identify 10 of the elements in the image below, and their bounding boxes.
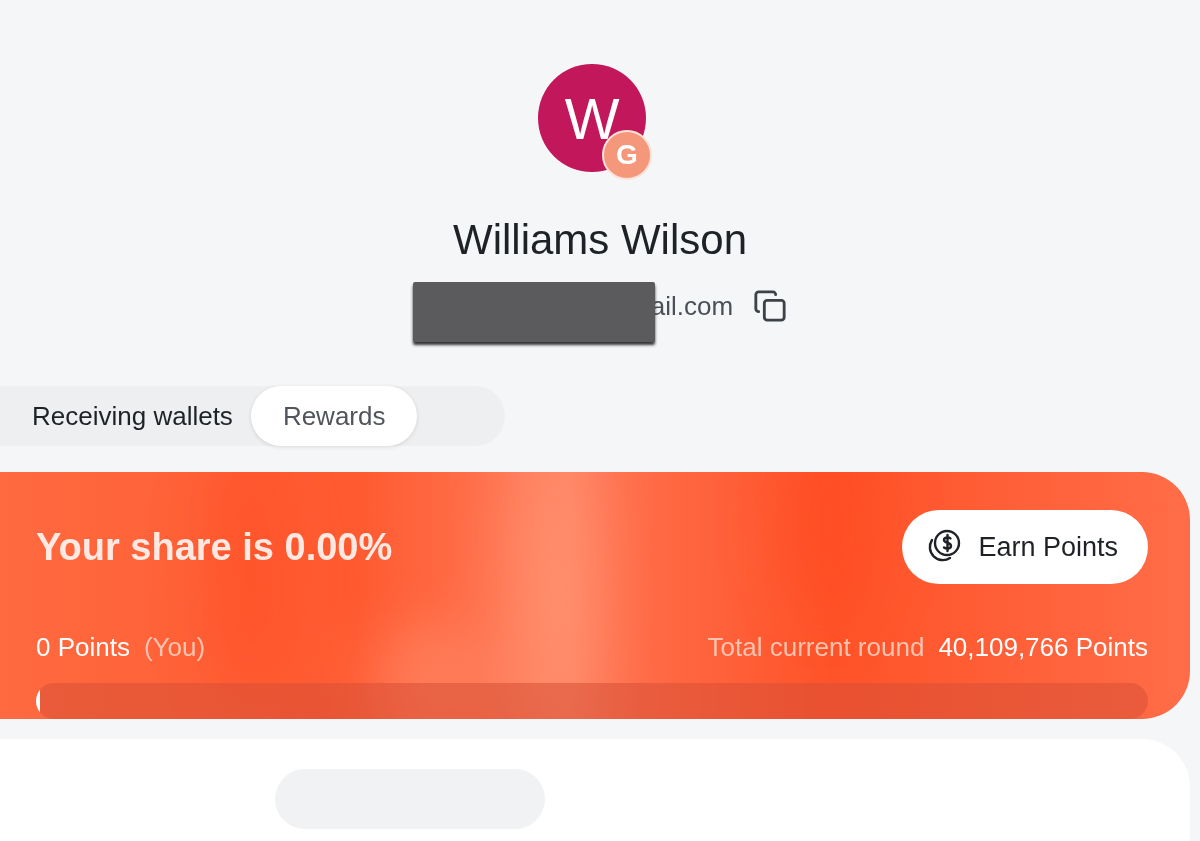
user-name: Williams Wilson <box>453 216 747 264</box>
total-points: 40,109,766 Points <box>938 632 1148 663</box>
you-label: (You) <box>143 632 206 663</box>
share-title: Your share is 0.00% <box>36 525 393 569</box>
total-label: Total current round <box>707 632 925 663</box>
copy-icon[interactable] <box>753 289 788 323</box>
earn-points-button[interactable]: Earn Points <box>902 510 1148 584</box>
tab[interactable]: Receiving wallets <box>32 386 233 446</box>
your-points: 0 Points <box>36 632 130 663</box>
tab[interactable]: Rewards <box>250 386 418 446</box>
